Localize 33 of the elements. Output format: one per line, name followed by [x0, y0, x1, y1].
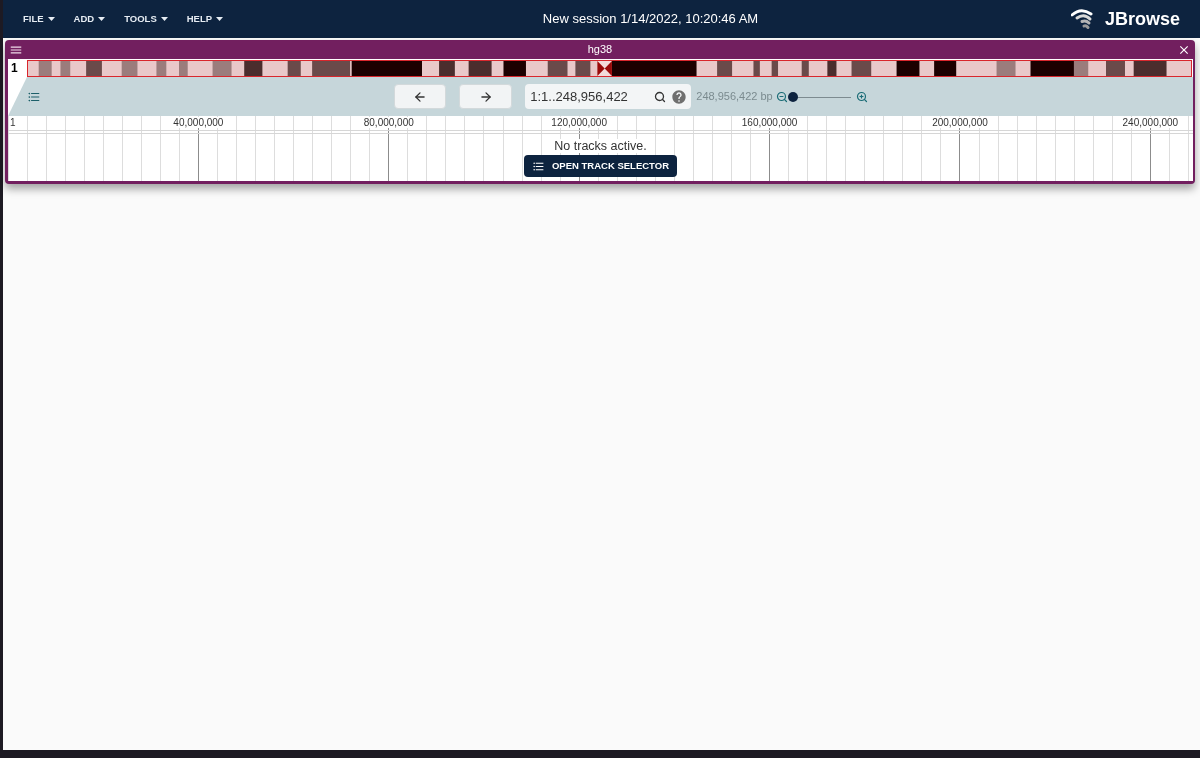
ruler-label: 200,000,000 [931, 117, 989, 128]
help-icon[interactable] [671, 88, 688, 105]
logo-text: JBrowse [1104, 7, 1180, 31]
menu-button[interactable]: FILE [16, 7, 62, 31]
open-track-selector-button[interactable]: OPEN TRACK SELECTOR [524, 155, 677, 177]
ruler-label: 40,000,000 [172, 117, 225, 128]
caret-icon [216, 17, 224, 21]
logo-icon [1070, 8, 1095, 30]
menu-button[interactable]: ADD [66, 7, 113, 31]
view-title: hg38 [587, 42, 613, 58]
arrow-left-icon [413, 89, 428, 104]
chromosome-label: 1 [10, 60, 19, 77]
slider-thumb[interactable] [787, 91, 798, 102]
caret-icon [47, 17, 55, 21]
forward-button[interactable] [459, 84, 513, 109]
ruler-label: 160,000,000 [740, 117, 799, 128]
location-field[interactable]: 1:1..248,956,422 [525, 84, 692, 109]
caret-icon [98, 17, 106, 21]
region-size: 248,956,422 bp [696, 89, 773, 105]
ruler-label: 240,000,000 [1121, 117, 1180, 128]
back-button[interactable] [394, 84, 447, 109]
ruler-label: 120,000,000 [550, 117, 608, 128]
arrow-right-icon [478, 89, 493, 104]
caret-icon [160, 17, 168, 21]
empty-message: No tracks active. [552, 139, 649, 153]
menu-button[interactable]: TOOLS [117, 7, 175, 31]
menu-button[interactable]: HELP [179, 7, 231, 31]
ruler-label: 1 [10, 117, 16, 128]
ruler-label: 80,000,000 [362, 117, 415, 128]
search-icon[interactable] [654, 90, 667, 103]
zoom-out-icon[interactable] [775, 90, 788, 103]
zoom-in-icon[interactable] [855, 90, 868, 103]
session-title: New session 1/14/2022, 10:20:46 AM [542, 10, 759, 29]
